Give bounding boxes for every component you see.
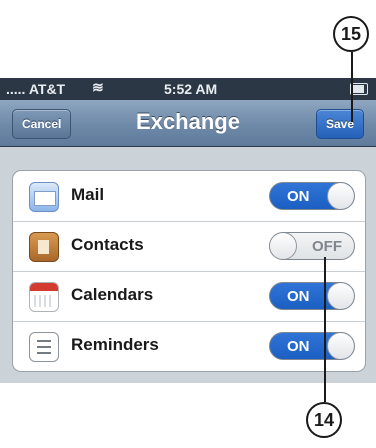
wifi-icon: ≋: [92, 79, 104, 95]
contacts-label: Contacts: [71, 235, 144, 254]
mail-icon: [29, 182, 59, 212]
mail-toggle[interactable]: ON: [269, 182, 355, 210]
calendars-row: Calendars ON: [13, 271, 365, 322]
exchange-sync-options: Mail ON Contacts OFF Calendars ON Remind…: [12, 170, 366, 372]
toggle-knob: [270, 233, 297, 259]
callout-15-line: [351, 52, 353, 122]
mail-row: Mail ON: [13, 171, 365, 222]
status-bar: ..... AT&T ≋ 5:52 AM: [0, 78, 376, 100]
navigation-bar: Cancel Exchange Save: [0, 100, 376, 147]
carrier-label: ..... AT&T: [6, 81, 66, 97]
contacts-row: Contacts OFF: [13, 221, 365, 272]
reminders-toggle[interactable]: ON: [269, 332, 355, 360]
toggle-knob: [327, 333, 354, 359]
contacts-icon: [29, 232, 59, 262]
callout-14-badge: 14: [306, 402, 342, 438]
toggle-state: ON: [287, 188, 310, 205]
toggle-state: OFF: [312, 238, 342, 255]
calendars-toggle[interactable]: ON: [269, 282, 355, 310]
callout-15-badge: 15: [333, 16, 369, 52]
reminders-label: Reminders: [71, 335, 159, 354]
calendars-label: Calendars: [71, 285, 154, 304]
toggle-knob: [327, 283, 354, 309]
reminders-icon: [29, 332, 59, 362]
toggle-state: ON: [287, 288, 310, 305]
toggle-state: ON: [287, 338, 310, 355]
calendars-icon: [29, 282, 59, 312]
status-time: 5:52 AM: [164, 81, 218, 97]
mail-label: Mail: [71, 185, 105, 204]
callout-14-line: [324, 257, 326, 402]
save-button[interactable]: Save: [315, 109, 364, 139]
contacts-toggle[interactable]: OFF: [269, 232, 355, 260]
iphone-screen: ..... AT&T ≋ 5:52 AM Cancel Exchange Sav…: [0, 78, 376, 383]
toggle-knob: [327, 183, 354, 209]
reminders-row: Reminders ON: [13, 321, 365, 371]
